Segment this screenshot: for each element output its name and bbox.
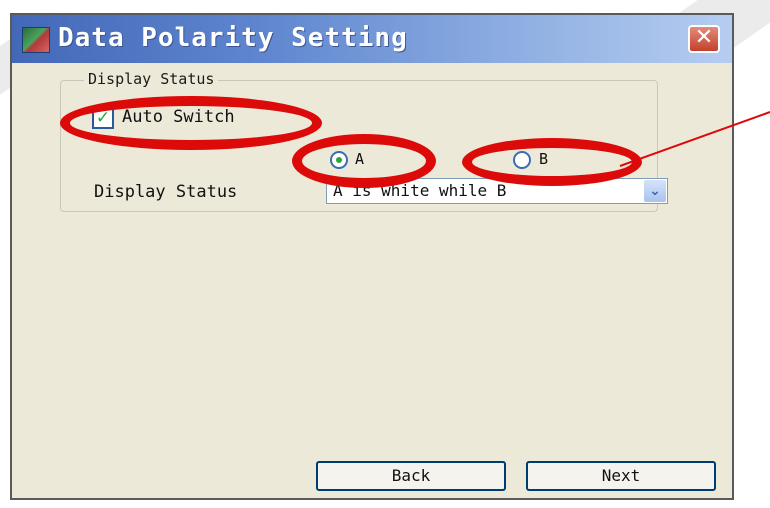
annotation-circle-radio-b (462, 138, 642, 186)
group-legend: Display Status (84, 70, 219, 88)
window-title: Data Polarity Setting (58, 23, 408, 53)
annotation-circle-auto-switch (60, 96, 322, 150)
next-button[interactable]: Next (526, 461, 716, 491)
app-icon (22, 27, 50, 53)
annotation-circle-radio-a (292, 134, 436, 188)
title-bar[interactable]: Data Polarity Setting ✕ (12, 15, 732, 63)
chevron-down-icon[interactable]: ⌄ (644, 180, 666, 202)
back-button[interactable]: Back (316, 461, 506, 491)
display-status-label: Display Status (94, 182, 238, 202)
close-button[interactable]: ✕ (688, 25, 720, 53)
